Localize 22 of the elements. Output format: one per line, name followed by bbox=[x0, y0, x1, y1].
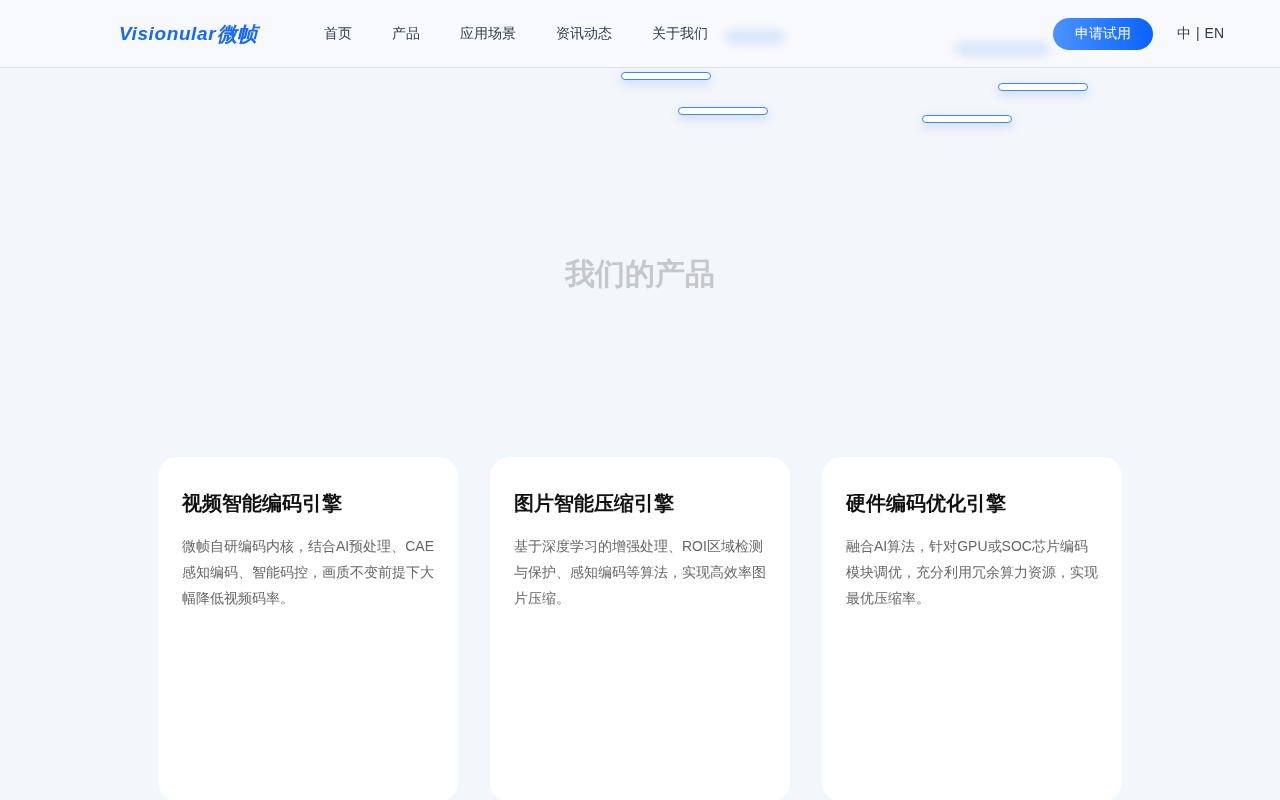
card-title: 视频智能编码引擎 bbox=[182, 491, 343, 515]
language-link[interactable]: EN bbox=[1204, 23, 1224, 44]
language-separator: | bbox=[1195, 24, 1200, 43]
capsule-icon bbox=[621, 72, 711, 80]
card-description: 融合AI算法，针对GPU或SOC芯片编码模块调优，充分利用冗余算力资源，实现最优压缩率。 bbox=[846, 537, 1098, 608]
nav-link[interactable]: 首页 bbox=[324, 23, 353, 44]
capsule-icon bbox=[678, 107, 768, 115]
capsule-icon bbox=[922, 115, 1012, 123]
logo[interactable]: Visionular微帧 bbox=[119, 23, 258, 44]
trial-button[interactable]: 申请试用 bbox=[1052, 17, 1153, 50]
nav-link[interactable]: 资讯动态 bbox=[556, 23, 613, 44]
card-description: 基于深度学习的增强处理、ROI区域检测与保护、感知编码等算法，实现高效率图片压缩。 bbox=[514, 537, 766, 608]
glow-icon bbox=[725, 30, 785, 44]
nav-link[interactable]: 关于我们 bbox=[652, 23, 709, 44]
language-link[interactable]: 中 bbox=[1176, 23, 1191, 44]
nav-link[interactable]: 产品 bbox=[392, 23, 421, 44]
card-title: 图片智能压缩引擎 bbox=[514, 491, 675, 515]
glow-icon bbox=[955, 42, 1050, 56]
capsule-icon bbox=[998, 83, 1088, 91]
card-title: 硬件编码优化引擎 bbox=[846, 491, 1007, 515]
card-description: 微帧自研编码内核，结合AI预处理、CAE感知编码、智能码控，画质不变前提下大幅降低视频码率。 bbox=[182, 537, 434, 608]
nav-link[interactable]: 应用场景 bbox=[460, 23, 517, 44]
